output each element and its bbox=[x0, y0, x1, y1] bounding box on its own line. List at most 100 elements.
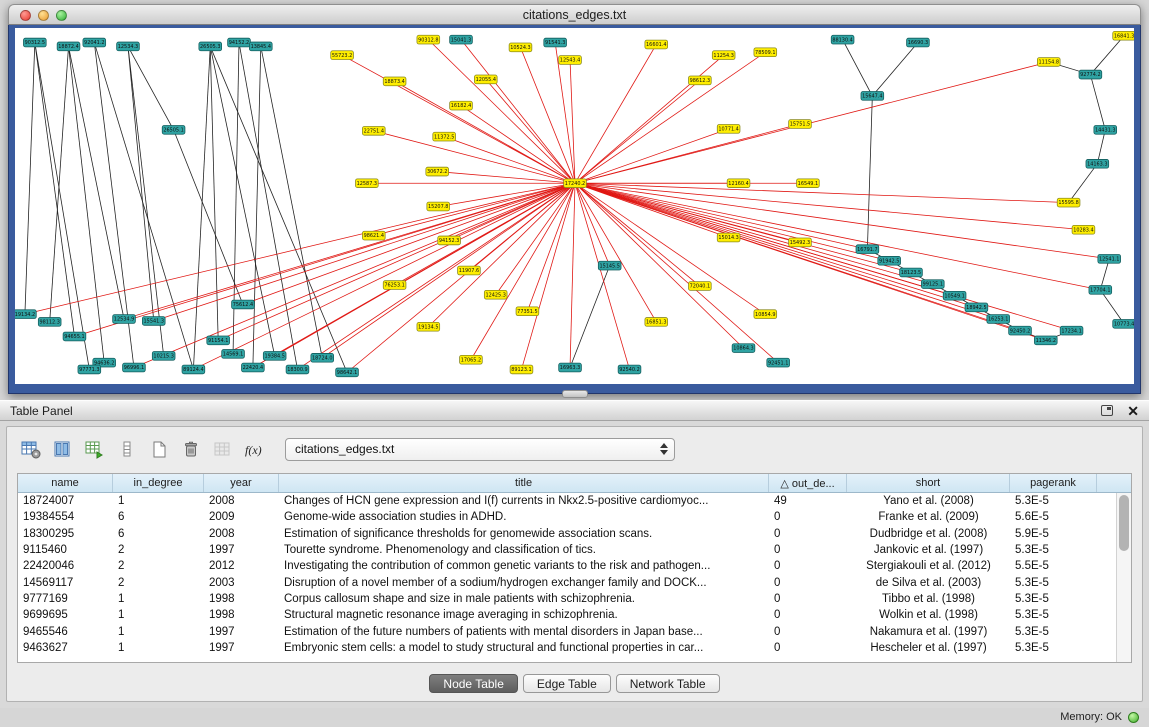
table-cell[interactable]: 9699695 bbox=[18, 609, 113, 621]
graph-node[interactable]: 89124.4 bbox=[182, 365, 205, 374]
graph-node[interactable]: 72040.1 bbox=[689, 282, 712, 291]
table-cell[interactable]: 1997 bbox=[204, 642, 279, 654]
table-scrollbar[interactable] bbox=[1116, 493, 1131, 662]
graph-node[interactable]: 10771.4 bbox=[717, 125, 740, 134]
graph-node[interactable]: 92774.2 bbox=[1079, 70, 1102, 79]
graph-node[interactable]: 18123.5 bbox=[900, 268, 923, 277]
table-cell[interactable]: 0 bbox=[769, 528, 847, 540]
table-cell[interactable]: Disruption of a novel member of a sodium… bbox=[279, 577, 769, 589]
table-row[interactable]: 911546021997Tourette syndrome. Phenomeno… bbox=[18, 542, 1131, 558]
table-cell[interactable]: 0 bbox=[769, 560, 847, 572]
graph-node[interactable]: 26505.1 bbox=[162, 125, 185, 134]
table-cell[interactable]: 2 bbox=[113, 560, 204, 572]
graph-node[interactable]: 77351.5 bbox=[516, 307, 539, 316]
graph-node[interactable]: 15541.3 bbox=[142, 317, 165, 326]
network-canvas[interactable]: 17240.290312.818873.422751.412587.398621… bbox=[15, 28, 1134, 384]
graph-node[interactable]: 16690.3 bbox=[907, 38, 930, 47]
table-cell[interactable]: Investigating the contribution of common… bbox=[279, 560, 769, 572]
graph-node[interactable]: 98621.4 bbox=[362, 231, 385, 240]
graph-node[interactable]: 14431.3 bbox=[1094, 125, 1117, 134]
close-panel-icon[interactable]: ✕ bbox=[1127, 405, 1139, 417]
graph-node[interactable]: 16601.4 bbox=[645, 40, 668, 49]
graph-node[interactable]: 12425.3 bbox=[484, 290, 507, 299]
graph-node[interactable]: 17065.2 bbox=[460, 355, 483, 364]
table-cell[interactable]: 9115460 bbox=[18, 544, 113, 556]
graph-node[interactable]: 26505.3 bbox=[199, 42, 222, 51]
table-cell[interactable]: 2008 bbox=[204, 528, 279, 540]
graph-node[interactable]: 17234.1 bbox=[1060, 326, 1083, 335]
table-cell[interactable]: Wolkin et al. (1998) bbox=[847, 609, 1010, 621]
table-cell[interactable]: Estimation of significance thresholds fo… bbox=[279, 528, 769, 540]
table-cell[interactable]: Jankovic et al. (1997) bbox=[847, 544, 1010, 556]
graph-node[interactable]: 17704.1 bbox=[1089, 286, 1112, 295]
column-header-title[interactable]: title bbox=[279, 474, 769, 492]
table-cell[interactable]: 2 bbox=[113, 544, 204, 556]
graph-node[interactable]: 10283.4 bbox=[1072, 225, 1095, 234]
table-cell[interactable]: 1998 bbox=[204, 593, 279, 605]
graph-node[interactable]: 14569.1 bbox=[222, 350, 245, 359]
graph-node[interactable]: 78509.1 bbox=[754, 48, 777, 57]
graph-node[interactable]: 15647.4 bbox=[861, 92, 884, 101]
zoom-window-button[interactable] bbox=[56, 10, 67, 21]
table-cell[interactable]: 9465546 bbox=[18, 626, 113, 638]
graph-node[interactable]: 99125.1 bbox=[921, 280, 944, 289]
table-cell[interactable]: Corpus callosum shape and size in male p… bbox=[279, 593, 769, 605]
table-cell[interactable]: 2 bbox=[113, 577, 204, 589]
table-cell[interactable]: 0 bbox=[769, 626, 847, 638]
table-cell[interactable]: 18724007 bbox=[18, 495, 113, 507]
graph-node[interactable]: 92041.2 bbox=[83, 38, 106, 47]
table-cell[interactable]: de Silva et al. (2003) bbox=[847, 577, 1010, 589]
table-scrollbar-thumb[interactable] bbox=[1119, 495, 1129, 551]
graph-node[interactable]: 18873.4 bbox=[383, 77, 406, 86]
graph-node[interactable]: 17240.2 bbox=[564, 179, 587, 188]
graph-node[interactable]: 12534.3 bbox=[117, 42, 140, 51]
graph-node[interactable]: 94152.3 bbox=[438, 236, 461, 245]
graph-node[interactable]: 92540.2 bbox=[618, 365, 641, 374]
table-cell[interactable]: 1 bbox=[113, 626, 204, 638]
table-cell[interactable]: Tibbo et al. (1998) bbox=[847, 593, 1010, 605]
table-cell[interactable]: 5.3E-5 bbox=[1010, 577, 1097, 589]
table-cell[interactable]: Embryonic stem cells: a model to study s… bbox=[279, 642, 769, 654]
graph-node[interactable]: 10854.9 bbox=[754, 310, 777, 319]
table-row[interactable]: 977716911998Corpus callosum shape and si… bbox=[18, 591, 1131, 607]
graph-node[interactable]: 90312.5 bbox=[23, 38, 46, 47]
graph-node[interactable]: 98612.3 bbox=[689, 76, 712, 85]
graph-node[interactable]: 88130.4 bbox=[831, 35, 854, 44]
tab-edge-table[interactable]: Edge Table bbox=[523, 674, 611, 693]
table-cell[interactable]: 1 bbox=[113, 495, 204, 507]
delete-table-disabled-icon[interactable] bbox=[209, 436, 236, 463]
graph-node[interactable]: 10549.1 bbox=[943, 291, 966, 300]
graph-node[interactable]: 12055.4 bbox=[474, 75, 497, 84]
table-cell[interactable]: 0 bbox=[769, 544, 847, 556]
table-row[interactable]: 2242004622012Investigating the contribut… bbox=[18, 558, 1131, 574]
graph-node[interactable]: 15595.8 bbox=[1057, 198, 1080, 207]
graph-node[interactable]: 97771.3 bbox=[78, 365, 101, 374]
graph-node[interactable]: 16549.1 bbox=[797, 179, 820, 188]
graph-node[interactable]: 19134.5 bbox=[417, 322, 440, 331]
graph-node[interactable]: 11154.8 bbox=[1037, 58, 1060, 67]
graph-node[interactable]: 10773.4 bbox=[1113, 319, 1134, 328]
graph-node[interactable]: 15041.3 bbox=[450, 35, 473, 44]
graph-node[interactable]: 13845.4 bbox=[249, 42, 272, 51]
function-builder-icon[interactable]: f(x) bbox=[241, 436, 268, 463]
table-cell[interactable]: Genome-wide association studies in ADHD. bbox=[279, 511, 769, 523]
table-cell[interactable]: 18300295 bbox=[18, 528, 113, 540]
graph-node[interactable]: 90312.8 bbox=[417, 35, 440, 44]
graph-node[interactable]: 96996.1 bbox=[123, 363, 146, 372]
graph-node[interactable]: 18872.4 bbox=[57, 42, 80, 51]
table-cell[interactable]: Stergiakouli et al. (2012) bbox=[847, 560, 1010, 572]
table-row[interactable]: 1456911722003Disruption of a novel membe… bbox=[18, 574, 1131, 590]
table-cell[interactable]: 6 bbox=[113, 528, 204, 540]
graph-node[interactable]: 19134.2 bbox=[15, 310, 36, 319]
table-cell[interactable]: 5.5E-5 bbox=[1010, 560, 1097, 572]
table-row[interactable]: 946554611997Estimation of the future num… bbox=[18, 623, 1131, 639]
table-cell[interactable]: Nakamura et al. (1997) bbox=[847, 626, 1010, 638]
table-cell[interactable]: 0 bbox=[769, 609, 847, 621]
graph-node[interactable]: 98642.1 bbox=[336, 368, 359, 377]
table-cell[interactable]: Tourette syndrome. Phenomenology and cla… bbox=[279, 544, 769, 556]
column-header-in_degree[interactable]: in_degree bbox=[113, 474, 204, 492]
graph-node[interactable]: 16963.3 bbox=[559, 363, 582, 372]
graph-node[interactable]: 12534.9 bbox=[113, 315, 136, 324]
graph-node[interactable]: 14163.3 bbox=[1086, 159, 1109, 168]
table-cell[interactable]: 0 bbox=[769, 642, 847, 654]
